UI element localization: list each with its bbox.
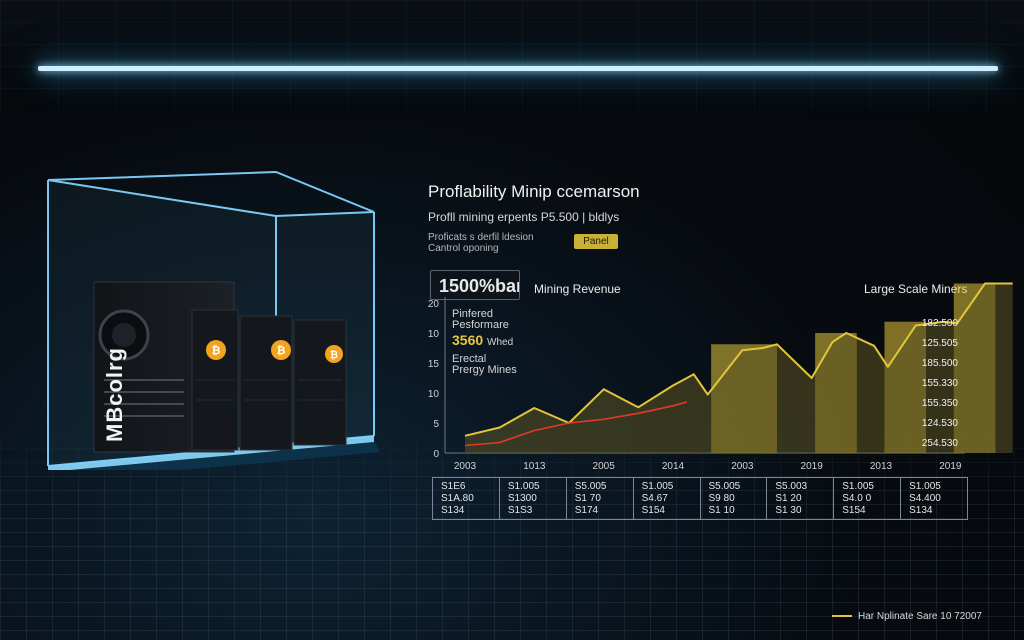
table-cell: S1 10 xyxy=(708,505,735,516)
right-value-label: 185.500 xyxy=(922,358,959,369)
revenue-line xyxy=(464,282,1013,437)
chart-subtitle: Profll mining erpents P5.500 | bldlys xyxy=(428,210,620,224)
right-value-label: 125.505 xyxy=(922,338,959,349)
chart-note-1: Proficats s derfil ldesion xyxy=(428,232,534,243)
table-column: S1.005 S4.400 S134 xyxy=(901,478,967,519)
table-column: S1.005 S4.0 0 S154 xyxy=(834,478,902,519)
table-cell: S154 xyxy=(842,505,866,516)
chart-title: Proflability Minip ccemarson xyxy=(428,182,640,201)
right-value-label: 155.350 xyxy=(922,398,959,409)
chart-note-2: Cantrol oponing xyxy=(428,243,499,254)
y-tick-label: 20 xyxy=(428,299,440,310)
table-cell: S1.005 xyxy=(842,481,874,492)
table-cell: S1S3 xyxy=(507,505,533,516)
right-value-label: 155.330 xyxy=(922,378,959,389)
y-tick-label: 10 xyxy=(428,389,440,400)
annotation-value: 3560 Whed xyxy=(452,332,513,348)
table-cell: S1 70 xyxy=(574,493,601,504)
glass-miner-case: ₿ ₿ ₿ MBcolrg xyxy=(44,170,384,470)
legend-swatch xyxy=(832,615,852,618)
y-tick-label: 10 xyxy=(428,329,440,340)
table-cell: S4.400 xyxy=(909,493,941,504)
table-column: S1.005 S4.67 S154 xyxy=(634,478,701,519)
table-cell: S134 xyxy=(441,505,465,516)
ceiling xyxy=(0,0,1024,110)
table-column: S5.005 S1 70 S174 xyxy=(567,478,634,519)
svg-text:₿: ₿ xyxy=(212,345,221,357)
table-cell: S1.005 xyxy=(507,481,540,492)
table-cell: S4.0 0 xyxy=(842,493,872,504)
table-cell: S5.003 xyxy=(775,481,808,492)
right-series-label: Large Scale Miners xyxy=(864,282,968,296)
table-cell: S1E6 xyxy=(441,481,466,492)
table-column: S5.003 S1 20 S1 30 xyxy=(767,478,835,519)
table-cell: S1300 xyxy=(507,493,537,504)
legend-text: Har Nplinate Sare 10 72007 xyxy=(858,611,982,622)
table-cell: S1 30 xyxy=(775,505,802,516)
ceiling-grid xyxy=(0,0,1024,110)
ceiling-light-bar xyxy=(38,66,998,71)
device-brand-label: MBcolrg xyxy=(102,347,127,442)
table-cell: S5.005 xyxy=(574,481,607,492)
table-cell: S9 80 xyxy=(708,493,735,504)
table-cell: S174 xyxy=(574,505,599,516)
table-cell: S4.67 xyxy=(641,493,668,504)
annotation-value-number: 3560 xyxy=(452,332,484,348)
table-cell: S1A.80 xyxy=(441,493,474,504)
table-cell: S1.005 xyxy=(641,481,674,492)
legend: Har Nplinate Sare 10 72007 xyxy=(832,611,982,622)
table-column: S1.005 S1300 S1S3 xyxy=(500,478,567,519)
table-cell: S154 xyxy=(641,505,665,516)
annotation-value-unit: Whed xyxy=(487,337,514,348)
panel-badge[interactable]: Panel xyxy=(574,234,618,249)
svg-text:₿: ₿ xyxy=(277,345,286,357)
series-label: Mining Revenue xyxy=(534,282,621,296)
stat-box: 1500%ban xyxy=(430,270,520,300)
table-cell: S134 xyxy=(909,505,933,516)
table-cell: S5.005 xyxy=(708,481,741,492)
y-tick-label: 15 xyxy=(428,359,440,370)
table-column: S1E6 S1A.80 S134 xyxy=(433,478,500,519)
table-cell: S1.005 xyxy=(909,481,941,492)
annotation-line-2: Pesformare xyxy=(452,319,509,331)
miner-rigs-illustration: ₿ ₿ ₿ xyxy=(47,170,380,470)
annotation-line-5: Prergy Mines xyxy=(452,364,517,376)
table-cell: S1 20 xyxy=(775,493,802,504)
table-column: S5.005 S9 80 S1 10 xyxy=(701,478,768,519)
data-table: S1E6 S1A.80 S134 S1.005 S1300 S1S3 S5.005 S1 70… xyxy=(432,477,968,520)
svg-text:₿: ₿ xyxy=(330,349,338,361)
right-value-label: 182.500 xyxy=(922,318,959,329)
